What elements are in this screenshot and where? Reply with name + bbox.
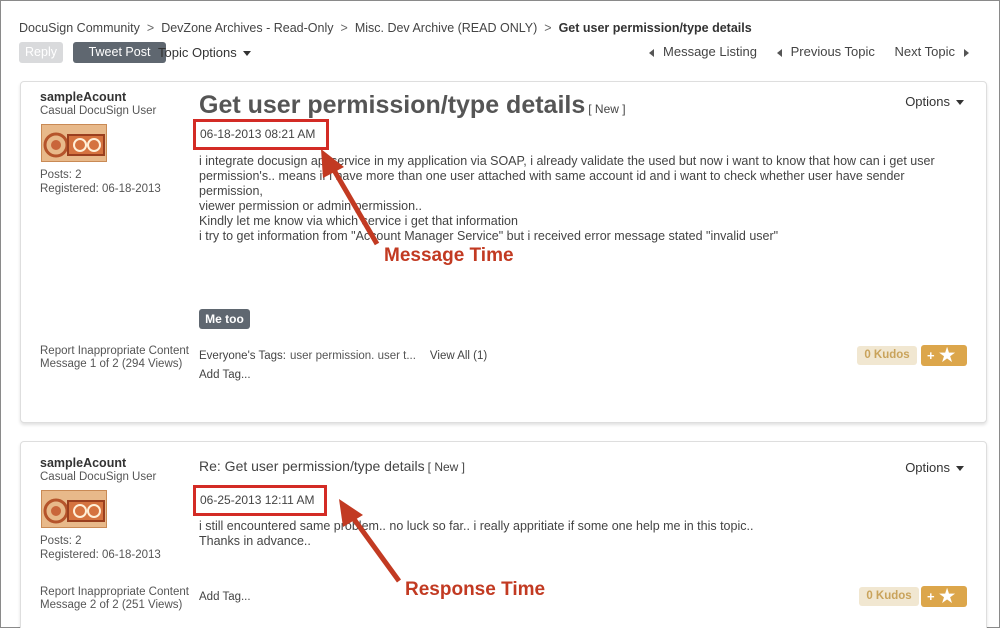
give-kudo-button[interactable]: + ★ bbox=[921, 586, 967, 607]
topic-navigation: Message Listing Previous Topic Next Topi… bbox=[633, 44, 969, 59]
message-count: Message 1 of 2 (294 Views) bbox=[40, 358, 183, 370]
triangle-right-icon bbox=[964, 48, 969, 57]
message-time-annotation: Message Time bbox=[384, 245, 514, 266]
author-rank: Casual DocuSign User bbox=[40, 471, 157, 483]
body-line: permission's.. means if i have more than… bbox=[199, 169, 905, 198]
previous-topic-label: Previous Topic bbox=[790, 44, 875, 59]
post-timestamp: 06-25-2013 12:11 AM bbox=[193, 485, 327, 516]
chevron-down-icon bbox=[956, 100, 964, 106]
breadcrumb-community[interactable]: DocuSign Community bbox=[19, 21, 140, 35]
post-body: i integrate docusign api service in my a… bbox=[199, 154, 969, 244]
tag-link[interactable]: user permission. user t... bbox=[290, 350, 416, 362]
next-topic-label: Next Topic bbox=[894, 44, 955, 59]
triangle-left-icon bbox=[649, 48, 655, 57]
me-too-button[interactable]: Me too bbox=[199, 309, 250, 329]
kudos-count: 0 Kudos bbox=[859, 587, 919, 606]
post-body: i still encountered same problem.. no lu… bbox=[199, 519, 969, 549]
star-icon: ★ bbox=[939, 586, 956, 606]
previous-topic-link[interactable]: Previous Topic bbox=[776, 44, 875, 59]
breadcrumb-separator: > bbox=[340, 21, 348, 35]
author-name[interactable]: sampleAcount bbox=[40, 90, 126, 104]
avatar[interactable] bbox=[41, 124, 107, 162]
post-subject: Get user permission/type details[ New ] bbox=[199, 91, 626, 120]
body-line: Kindly let me know via which service i g… bbox=[199, 214, 518, 228]
body-line: i still encountered same problem.. no lu… bbox=[199, 519, 754, 533]
view-all-tags-link[interactable]: View All (1) bbox=[430, 350, 487, 362]
give-kudo-button[interactable]: + ★ bbox=[921, 345, 967, 366]
post-options-menu[interactable]: Options bbox=[905, 94, 964, 109]
tags-row: Everyone's Tags: user permission. user t.… bbox=[199, 350, 487, 362]
author-post-count: Posts: 2 bbox=[40, 535, 82, 547]
post-subject-text: Get user permission/type details bbox=[199, 91, 586, 119]
avatar-image bbox=[42, 125, 106, 161]
message-count: Message 2 of 2 (251 Views) bbox=[40, 599, 183, 611]
avatar-image bbox=[42, 491, 106, 527]
post-subject: Re: Get user permission/type details[ Ne… bbox=[199, 458, 465, 474]
reply-button[interactable]: Reply bbox=[19, 42, 63, 63]
plus-label: + bbox=[927, 589, 935, 604]
body-line: i try to get information from "Account M… bbox=[199, 229, 779, 243]
body-line: viewer permission or admin permission.. bbox=[199, 199, 422, 213]
message-listing-link[interactable]: Message Listing bbox=[649, 44, 757, 59]
breadcrumb-devzone[interactable]: DevZone Archives - Read-Only bbox=[161, 21, 333, 35]
new-badge: [ New ] bbox=[427, 460, 465, 474]
star-icon: ★ bbox=[939, 345, 956, 365]
response-time-annotation: Response Time bbox=[405, 579, 546, 600]
triangle-left-icon bbox=[776, 48, 782, 57]
author-registered: Registered: 06-18-2013 bbox=[40, 183, 161, 195]
next-topic-link[interactable]: Next Topic bbox=[895, 44, 969, 59]
post-subject-text: Re: Get user permission/type details bbox=[199, 458, 425, 474]
add-tag-link[interactable]: Add Tag... bbox=[199, 591, 251, 603]
author-registered: Registered: 06-18-2013 bbox=[40, 549, 161, 561]
topic-options-menu[interactable]: Topic Options bbox=[158, 45, 251, 60]
report-content-link[interactable]: Report Inappropriate Content bbox=[40, 345, 189, 357]
chevron-down-icon bbox=[242, 51, 251, 57]
breadcrumb-separator: > bbox=[544, 21, 552, 35]
kudos-count: 0 Kudos bbox=[857, 346, 917, 365]
timestamp-text: 06-18-2013 08:21 AM bbox=[200, 127, 316, 141]
author-name[interactable]: sampleAcount bbox=[40, 456, 126, 470]
plus-label: + bbox=[927, 348, 935, 363]
author-rank: Casual DocuSign User bbox=[40, 105, 157, 117]
breadcrumb: DocuSign Community > DevZone Archives - Re… bbox=[19, 21, 752, 35]
avatar[interactable] bbox=[41, 490, 107, 528]
post-options-label: Options bbox=[905, 460, 950, 475]
post-options-label: Options bbox=[905, 94, 950, 109]
post-options-menu[interactable]: Options bbox=[905, 460, 964, 475]
body-line: Thanks in advance.. bbox=[199, 534, 311, 548]
body-line: i integrate docusign api service in my a… bbox=[199, 154, 935, 168]
breadcrumb-misc-archive[interactable]: Misc. Dev Archive (READ ONLY) bbox=[355, 21, 537, 35]
breadcrumb-separator: > bbox=[146, 21, 155, 35]
chevron-down-icon bbox=[956, 466, 964, 472]
new-badge: [ New ] bbox=[588, 102, 626, 116]
breadcrumb-current: Get user permission/type details bbox=[558, 21, 752, 35]
tags-label: Everyone's Tags: bbox=[199, 350, 287, 362]
add-tag-link[interactable]: Add Tag... bbox=[199, 369, 251, 381]
topic-options-label: Topic Options bbox=[158, 45, 237, 60]
message-listing-label: Message Listing bbox=[663, 44, 757, 59]
timestamp-text: 06-25-2013 12:11 AM bbox=[200, 493, 315, 507]
report-content-link[interactable]: Report Inappropriate Content bbox=[40, 586, 189, 598]
author-post-count: Posts: 2 bbox=[40, 169, 82, 181]
post-timestamp: 06-18-2013 08:21 AM bbox=[193, 119, 329, 150]
tweet-post-button[interactable]: Tweet Post bbox=[73, 42, 166, 63]
